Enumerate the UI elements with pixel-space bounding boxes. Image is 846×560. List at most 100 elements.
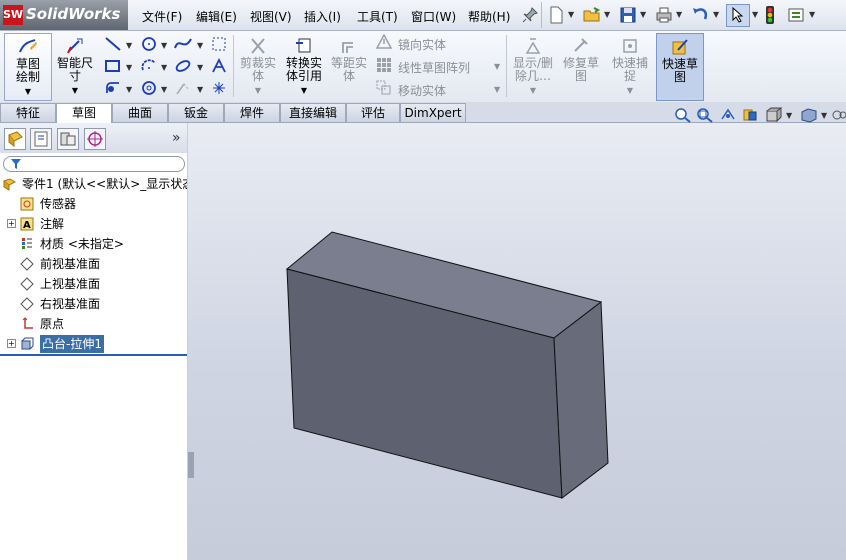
chevron-down-icon[interactable]: ▼ [568, 10, 574, 19]
previous-view-icon[interactable] [719, 107, 737, 123]
chevron-down-icon[interactable]: ▼ [197, 41, 203, 50]
tab-sheet-metal[interactable]: 钣金 [168, 103, 224, 122]
chevron-down-icon[interactable]: ▼ [676, 10, 682, 19]
chevron-down-icon[interactable]: ▼ [72, 86, 78, 95]
trim-entities-button[interactable]: 剪裁实体 ▼ [236, 33, 280, 99]
repair-sketch-button[interactable]: 修复草图 [560, 33, 602, 99]
chevron-down-icon[interactable]: ▼ [301, 86, 307, 95]
text-icon[interactable] [211, 58, 227, 74]
rollback-bar[interactable] [0, 354, 187, 356]
tab-surfaces[interactable]: 曲面 [112, 103, 168, 122]
offset-entities-button[interactable]: 等距实体 [328, 33, 370, 99]
centerline-icon[interactable] [174, 80, 192, 96]
arc-icon[interactable] [140, 58, 158, 74]
chevron-down-icon[interactable]: ▼ [255, 86, 261, 95]
save-icon[interactable] [618, 5, 638, 25]
tab-direct-editing[interactable]: 直接编辑 [280, 103, 346, 122]
move-entities-label[interactable]: 移动实体 [398, 82, 446, 99]
convert-entities-button[interactable]: 转换实体引用 ▼ [282, 33, 326, 99]
rapid-sketch-button[interactable]: 快速草图 [656, 33, 704, 101]
menu-insert[interactable]: 插入(I) [304, 8, 341, 25]
menu-window[interactable]: 窗口(W) [411, 8, 456, 25]
chevron-down-icon[interactable]: ▼ [126, 63, 132, 72]
feature-manager-tab[interactable] [4, 128, 26, 150]
chevron-down-icon[interactable]: ▼ [713, 10, 719, 19]
part-side-face[interactable] [553, 301, 609, 499]
chevron-down-icon[interactable]: ▼ [126, 85, 132, 94]
new-document-icon[interactable] [546, 5, 566, 25]
chevron-down-icon[interactable]: ▼ [627, 86, 633, 95]
chevron-down-icon[interactable]: ▼ [640, 10, 646, 19]
graphics-area[interactable]: ▼ ▼ [188, 107, 846, 560]
linear-pattern-label[interactable]: 线性草图阵列 [398, 59, 470, 76]
pushpin-icon[interactable] [520, 5, 540, 25]
undo-icon[interactable] [690, 5, 710, 25]
rebuild-traffic-light-icon[interactable] [763, 5, 777, 25]
sketch-fillet-icon[interactable] [104, 80, 122, 96]
menu-view[interactable]: 视图(V) [250, 8, 292, 25]
tab-dimxpert[interactable]: DimXpert [400, 103, 466, 122]
open-folder-icon[interactable] [582, 5, 602, 25]
tree-filter[interactable] [3, 156, 185, 172]
hide-show-items-icon[interactable] [831, 107, 846, 123]
expand-toggle-icon[interactable]: + [7, 219, 16, 228]
rectangle-icon[interactable] [104, 58, 122, 74]
tab-evaluate[interactable]: 评估 [346, 103, 400, 122]
print-icon[interactable] [654, 5, 674, 25]
mirror-icon[interactable] [376, 34, 392, 50]
chevron-down-icon[interactable]: ▼ [494, 62, 500, 71]
zoom-to-area-icon[interactable] [696, 107, 714, 123]
chevron-down-icon[interactable]: ▼ [161, 41, 167, 50]
chevron-down-icon[interactable]: ▼ [809, 10, 815, 19]
select-tool-button[interactable] [726, 4, 750, 27]
chevron-down-icon[interactable]: ▼ [161, 63, 167, 72]
menu-tools[interactable]: 工具(T) [357, 8, 398, 25]
point-icon[interactable] [211, 80, 227, 96]
mirror-entities-label[interactable]: 镜向实体 [398, 36, 446, 53]
ellipse-icon[interactable] [174, 58, 192, 74]
dimxpert-manager-tab[interactable] [84, 128, 106, 150]
chevron-down-icon[interactable]: ▼ [821, 111, 827, 120]
menu-file[interactable]: 文件(F) [142, 8, 182, 25]
zoom-to-fit-icon[interactable] [674, 107, 692, 123]
section-view-icon[interactable] [741, 107, 759, 123]
tab-sketch[interactable]: 草图 [56, 103, 112, 123]
property-manager-tab[interactable] [30, 128, 52, 150]
part-model[interactable] [188, 123, 846, 560]
expand-panel-icon[interactable]: » [172, 130, 181, 146]
spline-icon[interactable] [174, 36, 192, 52]
configuration-manager-tab[interactable] [57, 128, 79, 150]
chevron-down-icon[interactable]: ▼ [786, 111, 792, 120]
line-icon[interactable] [104, 36, 122, 52]
polygon-icon[interactable] [140, 80, 158, 96]
extrude-feature-icon [21, 337, 34, 350]
expand-toggle-icon[interactable]: + [7, 339, 16, 348]
display-delete-relations-button[interactable]: 显示/删除几… ▼ [510, 33, 556, 99]
chevron-down-icon[interactable]: ▼ [25, 87, 31, 96]
chevron-down-icon[interactable]: ▼ [530, 86, 536, 95]
panel-collapse-handle[interactable] [188, 452, 194, 478]
divider [233, 35, 234, 97]
display-style-icon[interactable] [799, 107, 819, 123]
options-icon[interactable] [786, 5, 806, 25]
linear-pattern-icon[interactable] [376, 57, 392, 73]
chevron-down-icon[interactable]: ▼ [752, 10, 758, 19]
tree-item-label: 右视基准面 [40, 297, 101, 311]
menu-help[interactable]: 帮助(H) [468, 8, 510, 25]
chevron-down-icon[interactable]: ▼ [494, 85, 500, 94]
tab-weldments[interactable]: 焊件 [224, 103, 280, 122]
sketch-button[interactable]: 草图绘制 ▼ [4, 33, 52, 101]
chevron-down-icon[interactable]: ▼ [126, 41, 132, 50]
construction-geometry-icon[interactable] [211, 36, 227, 52]
smart-dimension-button[interactable]: 智能尺寸 ▼ [54, 33, 96, 99]
circle-icon[interactable] [140, 36, 158, 52]
chevron-down-icon[interactable]: ▼ [197, 85, 203, 94]
view-orientation-icon[interactable] [764, 107, 784, 123]
move-entities-icon[interactable] [376, 80, 392, 96]
chevron-down-icon[interactable]: ▼ [161, 85, 167, 94]
menu-edit[interactable]: 编辑(E) [196, 8, 237, 25]
quick-snaps-button[interactable]: 快速捕捉 ▼ [608, 33, 652, 99]
chevron-down-icon[interactable]: ▼ [197, 63, 203, 72]
tab-features[interactable]: 特征 [0, 103, 56, 122]
chevron-down-icon[interactable]: ▼ [604, 10, 610, 19]
